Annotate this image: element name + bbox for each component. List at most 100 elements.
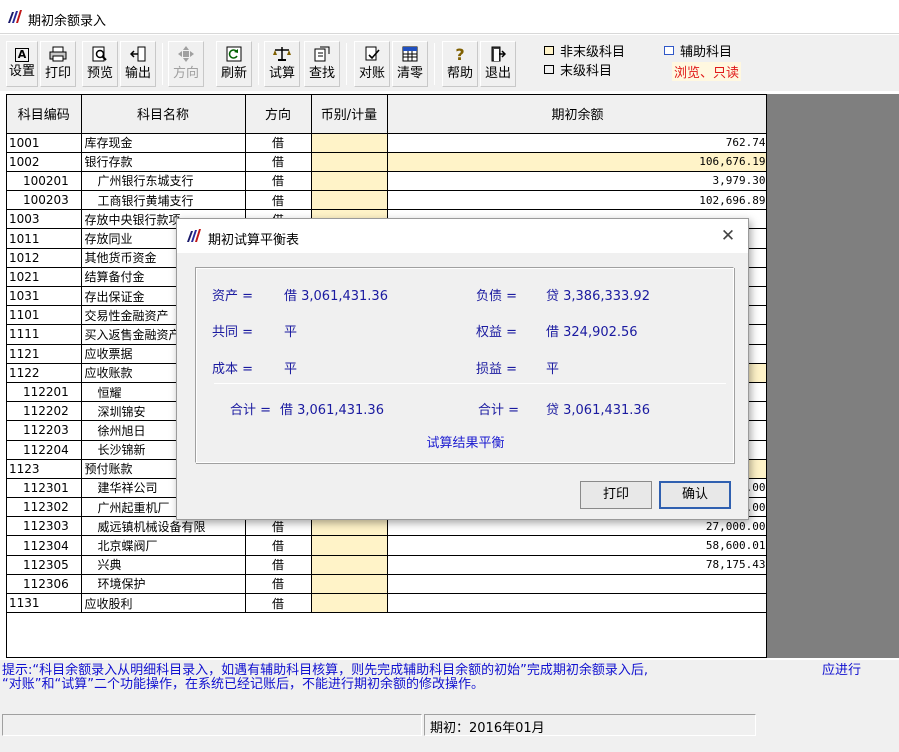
account-code-cell[interactable]: 112304 [7,535,82,556]
print-button[interactable]: 打印 [40,41,76,87]
account-code-cell[interactable]: 112305 [7,555,82,575]
table-row[interactable]: 112305 兴典借 78,175.43 [7,555,766,575]
opening-balance-cell[interactable]: 106,676.19 [387,152,766,172]
account-code-cell[interactable]: 1123 [7,459,82,479]
blue-square-icon [664,46,674,55]
trial-balance-dialog: 期初试算平衡表 ✕ 资产 = 借 3,061,431.36 负债 = 贷 3,3… [176,218,749,520]
account-name-cell[interactable]: 兴典 [81,555,246,575]
account-name-cell[interactable]: 工商银行黄埔支行 [81,190,246,211]
direction-cell[interactable]: 借 [245,190,312,211]
account-code-cell[interactable]: 1001 [7,133,82,153]
currency-unit-cell[interactable] [311,190,388,211]
reconcile-icon [362,46,382,64]
equity-label: 权益 = [476,325,518,340]
account-code-cell[interactable]: 1121 [7,344,82,364]
find-icon [312,46,332,64]
toolbar: A 设置 打印 预览 输出 方向 刷新 试算 查找 对账 清零 ? 帮助 退出 … [0,35,899,91]
table-header-row: 科目编码 科目名称 方向 币别/计量 期初余额 [7,95,766,134]
currency-unit-cell[interactable] [311,171,388,192]
account-name-cell[interactable]: 环境保护 [81,574,246,595]
table-row[interactable]: 1001 库存现金借 762.74 [7,133,766,153]
account-code-cell[interactable]: 112303 [7,516,82,537]
total-left-label: 合计 = [230,403,272,418]
dialog-print-button[interactable]: 打印 [580,481,652,509]
account-code-cell[interactable]: 112301 [7,478,82,499]
direction-cell[interactable]: 借 [245,535,312,556]
account-code-cell[interactable]: 100203 [7,190,82,211]
opening-balance-cell[interactable]: 762.74 [387,133,766,153]
currency-unit-cell[interactable] [311,133,388,153]
header-direction[interactable]: 方向 [245,95,312,134]
currency-unit-cell[interactable] [311,152,388,172]
legend-non-leaf: 非末级科目 [544,45,625,61]
table-row[interactable]: 1002 银行存款借 106,676.19 [7,152,766,172]
dialog-divider [214,383,726,384]
currency-unit-cell[interactable] [311,593,388,614]
direction-cell[interactable]: 借 [245,133,312,153]
account-code-cell[interactable]: 1002 [7,152,82,172]
currency-unit-cell[interactable] [311,535,388,556]
account-code-cell[interactable]: 112204 [7,440,82,460]
header-account-code[interactable]: 科目编码 [7,95,82,134]
opening-balance-cell[interactable]: 58,600.01 [387,535,766,556]
preview-button[interactable]: 预览 [82,41,118,87]
table-row[interactable]: 1131 应收股利借 [7,593,766,614]
export-button[interactable]: 输出 [120,41,156,87]
account-code-cell[interactable]: 112203 [7,420,82,441]
app-logo-icon [187,229,201,242]
table-row[interactable]: 100201 广州银行东城支行借 3,979.30 [7,171,766,192]
account-code-cell[interactable]: 1012 [7,248,82,268]
account-code-cell[interactable]: 112202 [7,401,82,422]
opening-balance-cell[interactable]: 3,979.30 [387,171,766,192]
direction-cell[interactable]: 借 [245,555,312,575]
account-code-cell[interactable]: 112306 [7,574,82,595]
account-code-cell[interactable]: 1131 [7,593,82,614]
account-name-cell[interactable]: 库存现金 [81,133,246,153]
currency-unit-cell[interactable] [311,555,388,575]
account-name-cell[interactable]: 广州银行东城支行 [81,171,246,192]
currency-unit-cell[interactable] [311,574,388,595]
opening-balance-cell[interactable] [387,593,766,614]
find-button[interactable]: 查找 [304,41,340,87]
header-currency-unit[interactable]: 币别/计量 [311,95,388,134]
direction-cell[interactable]: 借 [245,152,312,172]
liabilities-value: 贷 3,386,333.92 [546,289,650,304]
account-code-cell[interactable]: 112201 [7,382,82,403]
exit-button[interactable]: 退出 [480,41,516,87]
assets-value: 借 3,061,431.36 [284,289,388,304]
header-account-name[interactable]: 科目名称 [81,95,246,134]
close-icon[interactable]: ✕ [718,226,738,246]
refresh-button[interactable]: 刷新 [216,41,252,87]
account-name-cell[interactable]: 银行存款 [81,152,246,172]
account-code-cell[interactable]: 1011 [7,228,82,249]
account-code-cell[interactable]: 100201 [7,171,82,192]
direction-cell[interactable]: 借 [245,171,312,192]
opening-balance-cell[interactable]: 78,175.43 [387,555,766,575]
account-name-cell[interactable]: 应收股利 [81,593,246,614]
setup-button[interactable]: A 设置 [6,41,38,87]
account-code-cell[interactable]: 112302 [7,497,82,518]
direction-cell[interactable]: 借 [245,593,312,614]
account-code-cell[interactable]: 1003 [7,209,82,230]
reconcile-button[interactable]: 对账 [354,41,390,87]
direction-cell[interactable]: 借 [245,574,312,595]
help-button[interactable]: ? 帮助 [442,41,478,87]
account-code-cell[interactable]: 1111 [7,324,82,345]
table-row[interactable]: 112306 环境保护借 [7,574,766,595]
account-name-cell[interactable]: 北京蝶阀厂 [81,535,246,556]
table-row[interactable]: 112304 北京蝶阀厂借 58,600.01 [7,535,766,556]
account-code-cell[interactable]: 1021 [7,267,82,288]
opening-balance-cell[interactable]: 102,696.89 [387,190,766,211]
account-code-cell[interactable]: 1122 [7,363,82,383]
clear-zero-button[interactable]: 清零 [392,41,428,87]
direction-button[interactable]: 方向 [168,41,204,87]
trial-balance-button[interactable]: 试算 [264,41,300,87]
total-left-value: 借 3,061,431.36 [280,403,384,418]
account-code-cell[interactable]: 1031 [7,286,82,307]
profit-loss-label: 损益 = [476,362,518,377]
header-opening-balance[interactable]: 期初余额 [387,95,766,134]
dialog-ok-button[interactable]: 确认 [659,481,731,509]
opening-balance-cell[interactable] [387,574,766,595]
account-code-cell[interactable]: 1101 [7,305,82,326]
table-row[interactable]: 100203 工商银行黄埔支行借 102,696.89 [7,190,766,211]
